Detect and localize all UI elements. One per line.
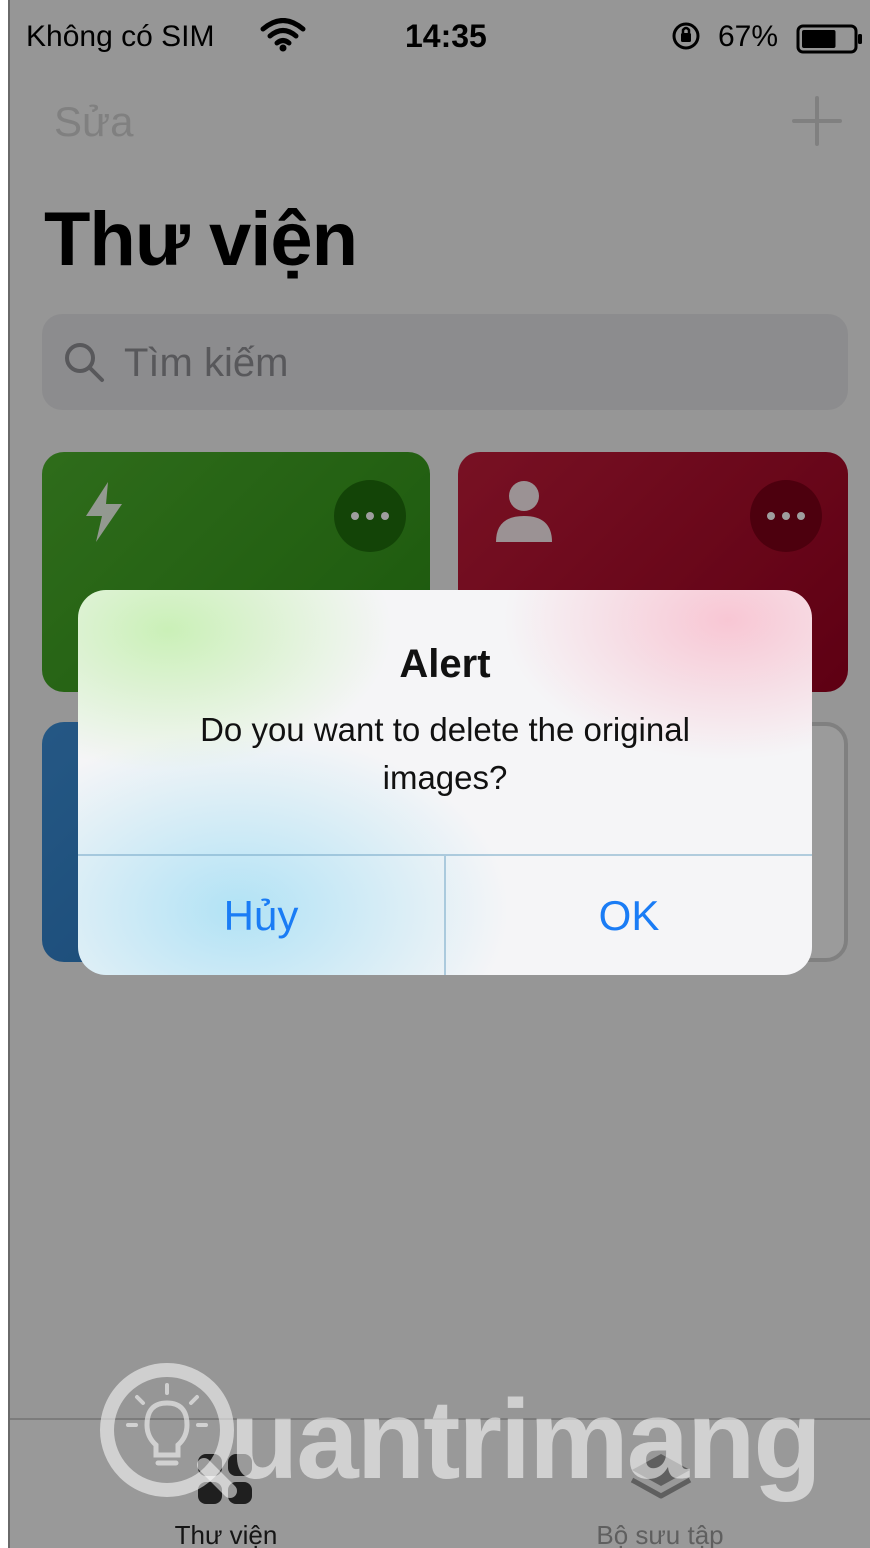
alert-message: Do you want to delete the original image… [200,711,690,796]
alert-title: Alert [399,642,491,686]
device-frame-edge [0,0,10,1548]
screen: Không có SIM 14:35 67% Sửa Thư viện Tìm … [10,0,870,1548]
alert-dialog: Alert Do you want to delete the original… [78,590,812,975]
ok-button[interactable]: OK [446,856,812,975]
cancel-button[interactable]: Hủy [78,856,444,975]
